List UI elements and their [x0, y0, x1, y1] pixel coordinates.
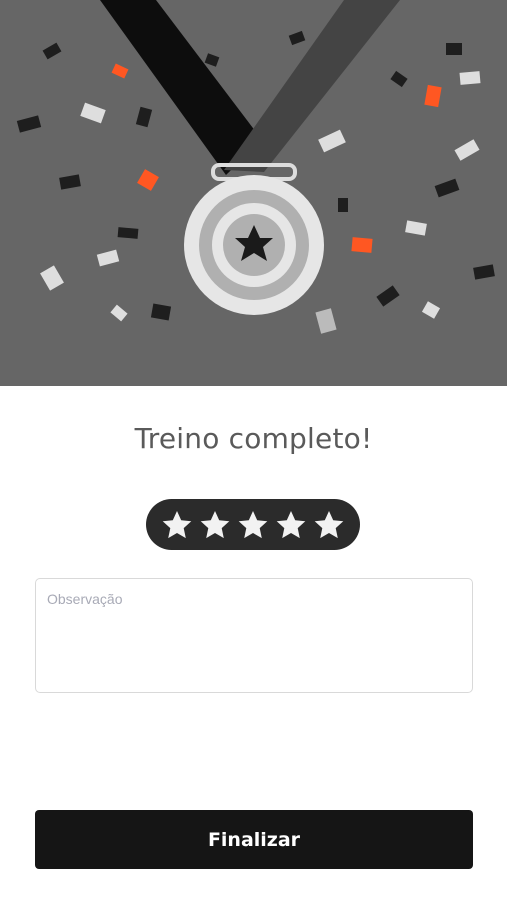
star-rating[interactable] [146, 499, 360, 550]
star-icon[interactable] [275, 509, 307, 541]
star-icon[interactable] [161, 509, 193, 541]
page-title: Treino completo! [134, 422, 373, 455]
star-icon[interactable] [237, 509, 269, 541]
medal-ribbon [100, 0, 400, 175]
star-icon[interactable] [313, 509, 345, 541]
observation-input[interactable] [35, 578, 473, 693]
star-icon[interactable] [199, 509, 231, 541]
finish-button[interactable]: Finalizar [35, 810, 473, 869]
medal [184, 163, 324, 315]
hero-illustration [0, 0, 507, 386]
medal-illustration [16, 0, 495, 334]
